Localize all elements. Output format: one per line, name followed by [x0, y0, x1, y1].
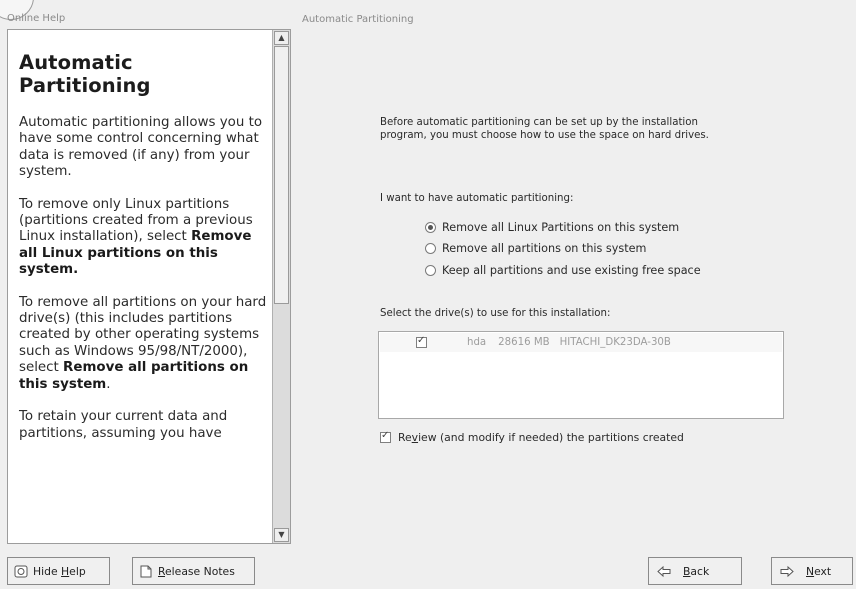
- back-button[interactable]: Back: [648, 557, 742, 585]
- back-arrow-icon: [657, 565, 671, 578]
- review-label-pre: Re: [398, 431, 412, 444]
- radio-selected-icon[interactable]: [425, 221, 436, 233]
- back-post: ack: [690, 564, 710, 578]
- drive-size: 28616 MB: [498, 337, 550, 348]
- next-arrow-icon: [780, 565, 794, 578]
- drive-model: HITACHI_DK23DA-30B: [559, 337, 671, 348]
- help-content: Automatic Partitioning Automatic partiti…: [8, 30, 271, 543]
- radio-remove-all[interactable]: Remove all partitions on this system: [425, 239, 646, 257]
- help-scrollbar[interactable]: ▲ ▼: [272, 30, 290, 543]
- drive-device: hda: [467, 337, 487, 348]
- review-label: Review (and modify if needed) the partit…: [398, 431, 684, 444]
- help-pane: Automatic Partitioning Automatic partiti…: [7, 29, 291, 544]
- document-icon: [139, 565, 153, 578]
- radio-label: Remove all Linux Partitions on this syst…: [442, 220, 680, 234]
- help-paragraph-3-end: .: [106, 376, 111, 392]
- next-post: ext: [814, 564, 832, 578]
- help-paragraph-4: To retain your current data and partitio…: [19, 409, 228, 441]
- release-notes-button[interactable]: Release Notes: [132, 557, 255, 585]
- hide-help-button[interactable]: Hide Help: [7, 557, 110, 585]
- radio-label: Remove all partitions on this system: [442, 241, 647, 255]
- hide-help-post: elp: [69, 564, 86, 578]
- drive-row[interactable]: hda 28616 MB HITACHI_DK23DA-30B: [380, 333, 782, 352]
- back-label: Back: [683, 565, 709, 578]
- next-label: Next: [806, 565, 831, 578]
- scrollbar-thumb[interactable]: [274, 46, 289, 304]
- hide-help-mnemonic: H: [61, 564, 70, 578]
- help-book-icon: [14, 565, 28, 578]
- radio-keep-all[interactable]: Keep all partitions and use existing fre…: [425, 261, 701, 279]
- drive-select-label: Select the drive(s) to use for this inst…: [380, 308, 611, 319]
- help-heading: Automatic Partitioning: [19, 51, 151, 97]
- release-notes-mnemonic: R: [158, 564, 166, 578]
- help-paragraph-3: To remove all partitions on your hard dr…: [19, 295, 269, 393]
- radio-icon[interactable]: [425, 264, 436, 276]
- help-pane-title: Online Help: [7, 13, 66, 24]
- next-mnemonic: N: [806, 564, 815, 578]
- review-checkbox[interactable]: [380, 430, 391, 443]
- release-notes-label: Release Notes: [158, 565, 235, 578]
- help-paragraph-1: Automatic partitioning allows you to hav…: [19, 115, 263, 180]
- scroll-up-icon[interactable]: ▲: [274, 31, 289, 45]
- help-paragraph-2: To remove only Linux partitions (partiti…: [19, 197, 269, 279]
- review-label-post: iew (and modify if needed) the partition…: [418, 431, 684, 444]
- main-area: Before automatic partitioning can be set…: [296, 29, 856, 542]
- hide-help-label: Hide Help: [33, 565, 86, 578]
- drive-checkbox[interactable]: [416, 335, 427, 348]
- pane-grip: ⁞: [290, 190, 291, 210]
- radio-icon[interactable]: [425, 242, 436, 254]
- intro-text: Before automatic partitioning can be set…: [380, 117, 709, 141]
- release-notes-post: elease Notes: [165, 564, 235, 578]
- main-pane-title: Automatic Partitioning: [302, 14, 414, 25]
- hide-help-pre: Hide: [33, 564, 62, 578]
- drive-list[interactable]: hda 28616 MB HITACHI_DK23DA-30B: [378, 331, 784, 419]
- scroll-down-icon[interactable]: ▼: [274, 528, 289, 542]
- radio-remove-linux[interactable]: Remove all Linux Partitions on this syst…: [425, 218, 679, 236]
- next-button[interactable]: Next: [771, 557, 853, 585]
- radio-label: Keep all partitions and use existing fre…: [442, 263, 701, 277]
- partition-question: I want to have automatic partitioning:: [380, 193, 574, 204]
- review-checkbox-row[interactable]: Review (and modify if needed) the partit…: [380, 430, 684, 444]
